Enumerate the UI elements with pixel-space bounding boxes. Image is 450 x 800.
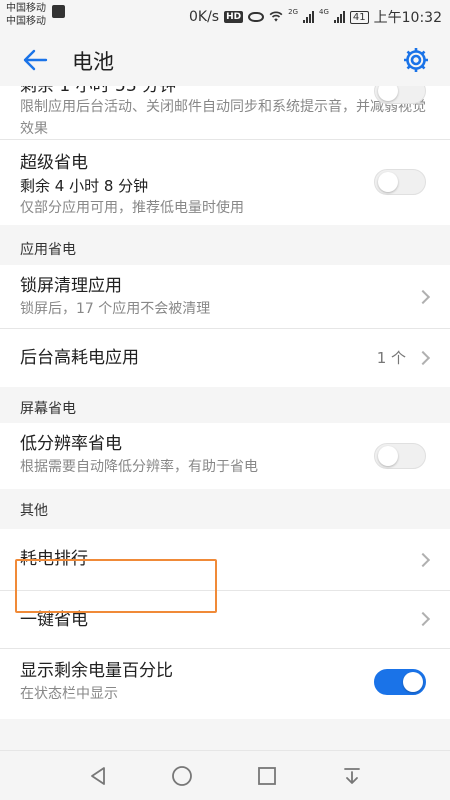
section-header-app-saving: 应用省电 <box>0 225 450 265</box>
battery-icon: 41 <box>349 10 369 24</box>
show-percentage-description: 在状态栏中显示 <box>20 686 118 702</box>
circle-home-icon[interactable] <box>170 764 194 788</box>
signal-icon-2 <box>333 11 345 23</box>
carrier-label-1: 中国移动 <box>6 3 46 14</box>
consumption-ranking-title: 耗电排行 <box>20 549 88 569</box>
show-percentage-title: 显示剩余电量百分比 <box>20 661 173 681</box>
wifi-icon <box>269 11 283 22</box>
ultra-saving-row[interactable]: 超级省电 剩余 4 小时 8 分钟 仅部分应用可用，推荐低电量时使用 <box>0 140 450 225</box>
ultra-saving-title: 超级省电 <box>20 153 88 173</box>
show-percentage-toggle[interactable] <box>374 669 426 695</box>
navigation-bar <box>0 750 450 800</box>
gear-icon[interactable] <box>402 46 430 74</box>
background-high-usage-title: 后台高耗电应用 <box>20 348 139 368</box>
lock-screen-cleanup-title: 锁屏清理应用 <box>20 276 122 296</box>
lock-screen-cleanup-row[interactable]: 锁屏清理应用 锁屏后，17 个应用不会被清理 <box>0 265 450 329</box>
ultra-saving-description: 仅部分应用可用，推荐低电量时使用 <box>20 200 244 216</box>
network-tag-1: 2G <box>288 8 299 16</box>
settings-list[interactable]: 剩余 1 小时 53 分钟 限制应用后台活动、关闭邮件自动同步和系统提示音，并减… <box>0 86 450 750</box>
clock: 上午10:32 <box>373 10 442 26</box>
section-header-screen-saving: 屏幕省电 <box>0 387 450 423</box>
eye-comfort-icon <box>248 12 265 22</box>
square-recents-icon[interactable] <box>255 764 279 788</box>
hd-badge: HD <box>224 11 244 23</box>
one-key-saving-row[interactable]: 一键省电 <box>0 591 450 649</box>
app-saving-card: 锁屏清理应用 锁屏后，17 个应用不会被清理 后台高耗电应用 1 个 <box>0 265 450 387</box>
power-saving-row[interactable]: 剩余 1 小时 53 分钟 限制应用后台活动、关闭邮件自动同步和系统提示音，并减… <box>0 86 450 140</box>
power-mode-card: 剩余 1 小时 53 分钟 限制应用后台活动、关闭邮件自动同步和系统提示音，并减… <box>0 86 450 225</box>
low-resolution-title: 低分辨率省电 <box>20 434 122 454</box>
low-resolution-toggle[interactable] <box>374 443 426 469</box>
show-percentage-row[interactable]: 显示剩余电量百分比 在状态栏中显示 <box>0 649 450 719</box>
consumption-ranking-row[interactable]: 耗电排行 <box>0 529 450 591</box>
power-saving-toggle[interactable] <box>374 86 426 104</box>
background-high-usage-count: 1 个 <box>376 349 406 367</box>
status-icons: 0K/s HD 2G 4G 41 上午10:32 <box>189 7 442 27</box>
pull-down-icon[interactable] <box>340 764 364 788</box>
signal-icon-1 <box>303 11 315 23</box>
status-bar: 中国移动 中国移动 0K/s HD 2G 4G 41 上午10:32 <box>0 0 450 34</box>
power-saving-description: 限制应用后台活动、关闭邮件自动同步和系统提示音，并减弱视觉效果 <box>20 99 426 137</box>
network-tag-2: 4G <box>319 8 329 16</box>
carrier-label-2: 中国移动 <box>6 16 46 27</box>
ultra-saving-remaining: 剩余 4 小时 8 分钟 <box>20 177 149 195</box>
page-title: 电池 <box>72 50 114 74</box>
low-resolution-row[interactable]: 低分辨率省电 根据需要自动降低分辨率，有助于省电 <box>0 423 450 489</box>
one-key-saving-title: 一键省电 <box>20 610 88 630</box>
ultra-saving-toggle[interactable] <box>374 169 426 195</box>
sim-card-icon <box>52 5 65 18</box>
triangle-back-icon[interactable] <box>86 764 110 788</box>
other-card: 耗电排行 一键省电 显示剩余电量百分比 在状态栏中显示 <box>0 529 450 719</box>
app-header: 电池 <box>0 34 450 86</box>
lock-screen-cleanup-description: 锁屏后，17 个应用不会被清理 <box>20 301 211 317</box>
screen-saving-card: 低分辨率省电 根据需要自动降低分辨率，有助于省电 <box>0 423 450 489</box>
background-high-usage-row[interactable]: 后台高耗电应用 1 个 <box>0 329 450 387</box>
network-speed: 0K/s <box>189 9 220 25</box>
low-resolution-description: 根据需要自动降低分辨率，有助于省电 <box>20 459 258 475</box>
arrow-left-icon[interactable] <box>22 48 48 72</box>
section-header-other: 其他 <box>0 489 450 529</box>
